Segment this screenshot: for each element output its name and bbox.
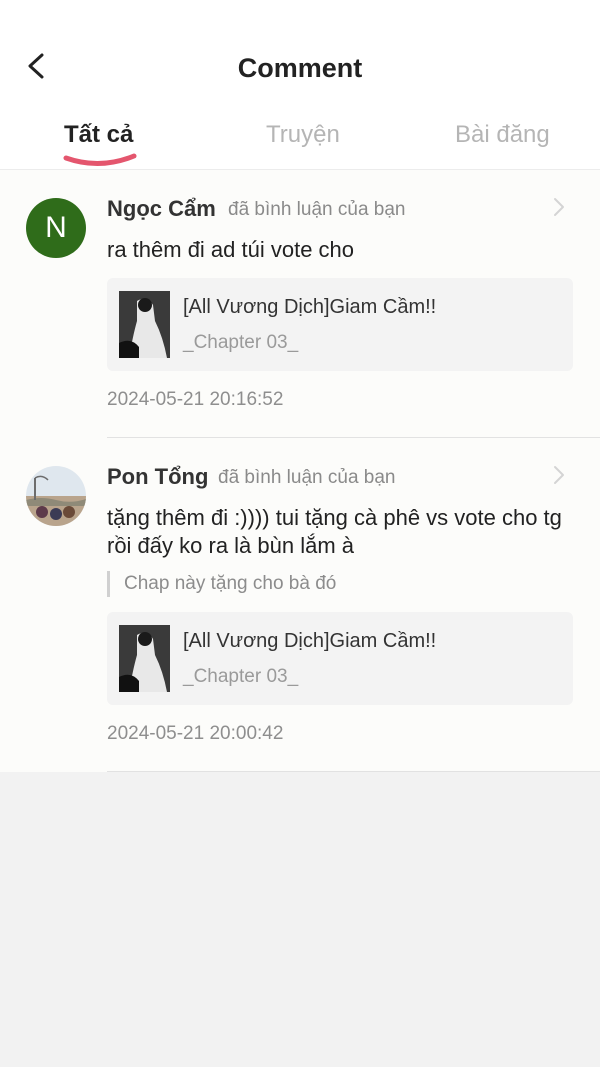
username[interactable]: Ngọc Cẩm [107, 196, 216, 222]
timestamp: 2024-05-21 20:16:52 [107, 389, 284, 410]
comment-feed: N Ngọc Cẩm đã bình luận của bạn ra thêm … [0, 170, 600, 772]
story-card[interactable]: [All Vương Dịch]Giam Cầm!! _Chapter 03_ [107, 612, 573, 705]
comment-item[interactable]: N Ngọc Cẩm đã bình luận của bạn ra thêm … [0, 170, 600, 438]
avatar[interactable] [26, 466, 86, 526]
story-cover-image [119, 291, 170, 358]
action-text: đã bình luận của bạn [218, 467, 396, 488]
app-header: Comment Tất cả Truyện Bài đăng [0, 0, 600, 170]
comment-text: ra thêm đi ad túi vote cho [107, 237, 355, 262]
item-divider [107, 771, 600, 772]
story-cover-image [119, 625, 170, 692]
tab-truyen[interactable]: Truyện [266, 118, 340, 152]
story-title: [All Vương Dịch]Giam Cầm!! [183, 296, 437, 318]
story-title: [All Vương Dịch]Giam Cầm!! [183, 630, 437, 652]
comment-text: tặng thêm đi :)))) tui tặng cà phê vs vo… [107, 505, 562, 558]
avatar[interactable]: N [26, 198, 86, 258]
chapter-label: _Chapter 03_ [183, 666, 299, 687]
quoted-chapter-note: Chap này tặng cho bà đó [107, 571, 584, 597]
comment-item[interactable]: Pon Tổng đã bình luận của bạn tặng thêm … [0, 438, 600, 772]
active-tab-indicator [63, 153, 137, 167]
chapter-label: _Chapter 03_ [183, 332, 299, 353]
timestamp: 2024-05-21 20:00:42 [107, 723, 284, 744]
chevron-right-icon[interactable] [550, 196, 568, 218]
username[interactable]: Pon Tổng [107, 464, 208, 490]
action-text: đã bình luận của bạn [228, 199, 406, 220]
tab-bai-dang[interactable]: Bài đăng [455, 118, 550, 152]
chevron-right-icon[interactable] [550, 464, 568, 486]
page-title: Comment [237, 53, 363, 83]
story-card[interactable]: [All Vương Dịch]Giam Cầm!! _Chapter 03_ [107, 278, 573, 371]
tab-all[interactable]: Tất cả [64, 118, 133, 152]
